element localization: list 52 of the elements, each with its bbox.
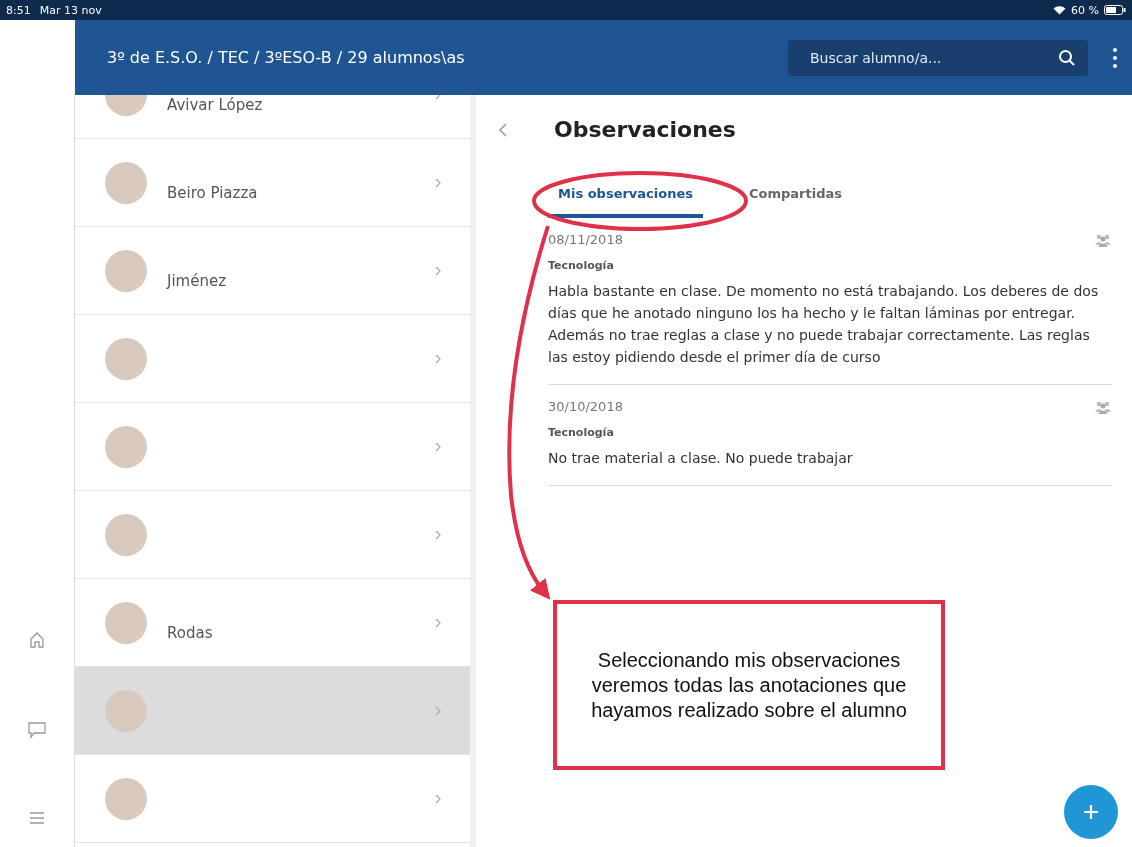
student-row[interactable]: Jiménez <box>75 227 470 315</box>
status-date: Mar 13 nov <box>39 3 102 17</box>
annotation-callout: Seleccionando mis observaciones veremos todas las anotaciones que hayamos realizado sobre el alumno <box>553 600 945 770</box>
menu-icon[interactable] <box>28 811 46 825</box>
more-icon[interactable] <box>1112 46 1118 69</box>
observation-date: 30/10/2018 <box>548 399 623 414</box>
student-row[interactable] <box>75 667 470 755</box>
battery-percent: 60 % <box>1071 3 1099 17</box>
observation-subject: Tecnología <box>548 426 615 439</box>
home-icon[interactable] <box>28 631 46 649</box>
observation-text: No trae material a clase. No puede trabajar <box>548 449 854 468</box>
avatar-placeholder <box>105 425 147 468</box>
avatar-placeholder <box>105 689 147 732</box>
tab[interactable]: Compartidas <box>739 180 852 218</box>
tab[interactable]: Mis observaciones <box>548 180 703 218</box>
chevron-right-icon <box>434 176 442 189</box>
avatar-placeholder <box>105 601 147 644</box>
observation-text: Habla bastante en clase. De momento no está trabajando. Los deberes de dos días que he anotado ninguno los ha hecho y le faltan láminas por entregar. Además no trae reglas a clase y no puede trabajar correctamente. Las reglas las estoy pidiendo desde el primer día de curso <box>548 282 1100 367</box>
student-name: Avivar López <box>167 95 263 114</box>
add-button[interactable] <box>1064 785 1118 839</box>
avatar-placeholder <box>105 161 147 204</box>
people-icon <box>1094 232 1112 247</box>
wifi-icon <box>1053 5 1067 15</box>
student-name: Jiménez <box>167 270 227 290</box>
avatar-placeholder <box>105 513 147 556</box>
avatar-placeholder <box>105 249 147 292</box>
student-row[interactable]: Beiro Piazza <box>75 139 470 227</box>
chevron-right-icon <box>434 264 442 277</box>
student-name: Beiro Piazza <box>167 182 258 202</box>
search-field[interactable]: Buscar alumno/a... <box>808 48 1058 67</box>
chevron-right-icon <box>434 528 442 541</box>
observation-subject: Tecnología <box>548 259 615 272</box>
student-row[interactable]: Avivar López <box>75 95 470 139</box>
search-bar[interactable]: Buscar alumno/a... <box>788 39 1088 76</box>
observation-date: 08/11/2018 <box>548 232 623 247</box>
chevron-right-icon <box>434 704 442 717</box>
chat-icon[interactable] <box>27 721 47 739</box>
panel-title: Observaciones <box>554 117 736 142</box>
plus-icon <box>1082 803 1100 821</box>
chevron-right-icon <box>434 792 442 805</box>
people-icon <box>1094 399 1112 414</box>
search-icon <box>1058 48 1076 67</box>
status-time: 8:51 <box>6 3 31 17</box>
avatar-placeholder <box>105 337 147 380</box>
battery-icon <box>1104 5 1126 15</box>
avatar-placeholder <box>105 777 147 820</box>
student-name: Rodas <box>167 622 213 642</box>
chevron-right-icon <box>434 352 442 365</box>
chevron-right-icon <box>434 440 442 453</box>
back-icon[interactable] <box>498 121 508 138</box>
breadcrumb: 3º de E.S.O. / TEC / 3ºESO-B / 29 alumnos\as <box>107 48 466 67</box>
chevron-right-icon <box>434 616 442 629</box>
